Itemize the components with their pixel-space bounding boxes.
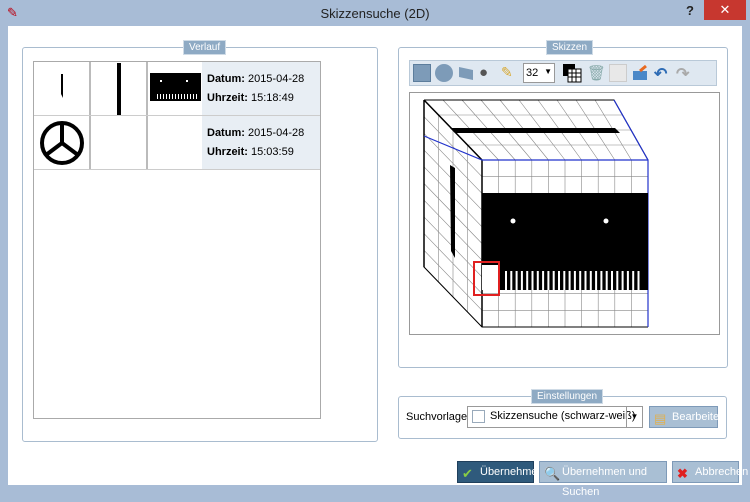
fill-bucket-icon[interactable]: ● (479, 64, 497, 82)
history-group: Verlauf Datum: 2015-04-28 Uhrzeit: 15:18… (22, 40, 378, 442)
history-info: Datum: 2015-04-28 Uhrzeit: 15:03:59 (202, 116, 320, 169)
top-band (450, 128, 620, 133)
sketches-legend: Skizzen (546, 40, 594, 55)
template-label: Suchvorlage: (406, 411, 471, 423)
date-label: Datum: (207, 127, 245, 139)
chevron-down-icon: ▼ (626, 407, 642, 427)
sketch-canvas[interactable] (409, 92, 720, 335)
undo-icon[interactable]: ↶ (654, 64, 672, 83)
time-label: Uhrzeit: (207, 92, 248, 104)
history-info: Datum: 2015-04-28 Uhrzeit: 15:18:49 (202, 62, 320, 115)
cancel-button[interactable]: ✖ Abbrechen (672, 461, 748, 483)
time-label: Uhrzeit: (207, 146, 248, 158)
history-row[interactable]: Datum: 2015-04-28 Uhrzeit: 15:18:49 (34, 62, 320, 116)
edit-button[interactable]: ▤ Bearbeiten (649, 406, 725, 428)
edit-label: Bearbeiten (672, 411, 726, 423)
time-value: 15:18:49 (251, 92, 294, 104)
sketch-thumbnail (34, 62, 91, 115)
edit-icon: ▤ (654, 411, 667, 426)
sketch-thumbnail (91, 62, 148, 115)
settings-legend: Einstellungen (531, 389, 604, 404)
window-title: Skizzensuche (2D) (320, 6, 430, 21)
close-icon: ✖ (677, 466, 688, 481)
left-stroke (450, 165, 455, 258)
apply-button[interactable]: ✔ Übernehmen (457, 461, 544, 483)
pen-size-value: 32 (526, 67, 539, 79)
sketch-toolbar: ● ✎ 32 ▼ 🗑 ↶ ↷ (409, 60, 717, 86)
template-icon (472, 410, 485, 423)
close-button[interactable]: ✕ (704, 0, 746, 20)
dialog-body: Verlauf Datum: 2015-04-28 Uhrzeit: 15:18… (8, 26, 748, 498)
sketch-thumbnail (148, 116, 205, 169)
sketch-thumbnail (34, 116, 91, 169)
history-legend: Verlauf (183, 40, 227, 55)
apply-label: Übernehmen (480, 466, 544, 478)
open-folder-icon[interactable] (632, 64, 650, 82)
sketch-thumbnail (148, 62, 205, 115)
apply-search-label: Übernehmen und Suchen (562, 466, 648, 498)
history-list[interactable]: Datum: 2015-04-28 Uhrzeit: 15:18:49 Datu… (33, 61, 321, 419)
history-row[interactable]: Datum: 2015-04-28 Uhrzeit: 15:03:59 (34, 116, 320, 170)
pen-size-select[interactable]: 32 ▼ (523, 63, 555, 83)
settings-group: Einstellungen Suchvorlage: Skizzensuche … (398, 389, 727, 439)
trash-icon[interactable]: 🗑 (587, 64, 606, 82)
grid-toggle-icon[interactable] (563, 64, 582, 83)
cancel-label: Abbrechen (695, 466, 749, 478)
time-value: 15:03:59 (251, 146, 294, 158)
rectangle-tool-icon[interactable] (413, 64, 431, 82)
paste-icon[interactable] (609, 64, 627, 82)
title-bar: ✎ Skizzensuche (2D) ? ✕ (0, 0, 750, 26)
date-value: 2015-04-28 (247, 127, 305, 139)
help-button[interactable]: ? (686, 3, 694, 18)
sketches-group: Skizzen ● ✎ 32 ▼ 🗑 ↶ ↷ (398, 40, 728, 368)
date-label: Datum: (207, 73, 245, 85)
sketch-thumbnail (91, 116, 148, 169)
checkmark-icon: ✔ (462, 466, 473, 481)
search-icon: 🔍 (544, 466, 561, 481)
redo-icon[interactable]: ↷ (676, 64, 694, 83)
freeform-tool-icon[interactable] (457, 64, 475, 82)
pencil-icon[interactable]: ✎ (501, 64, 519, 82)
chevron-down-icon: ▼ (544, 67, 552, 76)
cube-sketch (423, 99, 649, 328)
template-value: Skizzensuche (schwarz-weiß) (490, 410, 636, 422)
apply-and-search-button[interactable]: 🔍 Übernehmen und Suchen (539, 461, 667, 498)
circle-tool-icon[interactable] (435, 64, 453, 82)
date-value: 2015-04-28 (247, 73, 305, 85)
template-select[interactable]: Skizzensuche (schwarz-weiß) ▼ (467, 406, 643, 428)
